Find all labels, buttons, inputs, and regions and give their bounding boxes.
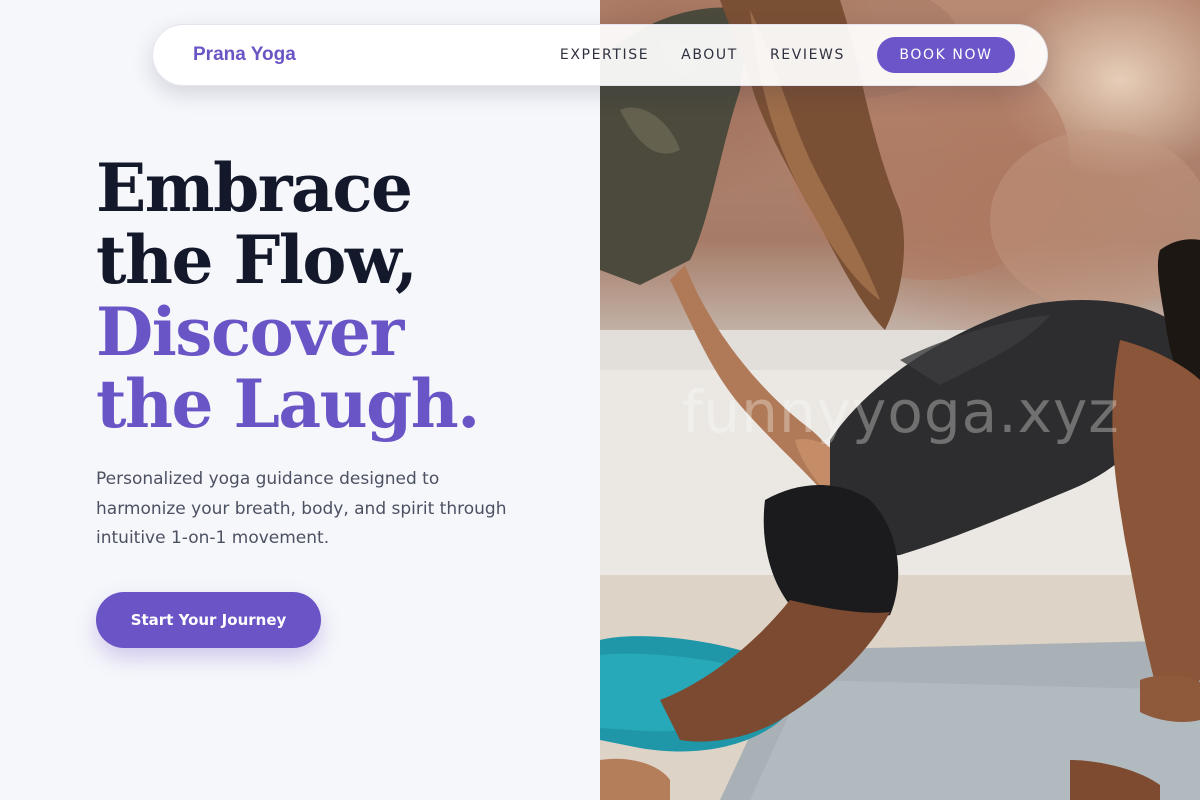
hero-title: Embrace the Flow, Discover the Laugh.: [96, 152, 566, 440]
hero-subtitle: Personalized yoga guidance designed to h…: [96, 469, 507, 548]
watermark-text: funnyyoga.xyz: [682, 378, 1120, 446]
hero-photo: funnyyoga.xyz: [600, 0, 1200, 800]
hero-title-line-3: Discover: [96, 293, 404, 371]
top-navigation: Prana Yoga EXPERTISE ABOUT REVIEWS BOOK …: [152, 24, 1048, 86]
hero-title-line-1: Embrace: [96, 149, 413, 227]
start-journey-button[interactable]: Start Your Journey: [96, 592, 321, 648]
nav-link-about[interactable]: ABOUT: [681, 47, 738, 63]
landing-page: funnyyoga.xyz Prana Yoga EXPERTISE ABOUT…: [0, 0, 1200, 800]
brand-logo[interactable]: Prana Yoga: [193, 44, 296, 66]
book-now-button[interactable]: BOOK NOW: [877, 37, 1015, 73]
hero-title-line-2: the Flow,: [96, 221, 418, 299]
nav-link-reviews[interactable]: REVIEWS: [770, 47, 845, 63]
hero-title-line-4: the Laugh.: [96, 365, 480, 443]
nav-links: EXPERTISE ABOUT REVIEWS BOOK NOW: [560, 37, 1015, 73]
nav-link-expertise[interactable]: EXPERTISE: [560, 47, 649, 63]
